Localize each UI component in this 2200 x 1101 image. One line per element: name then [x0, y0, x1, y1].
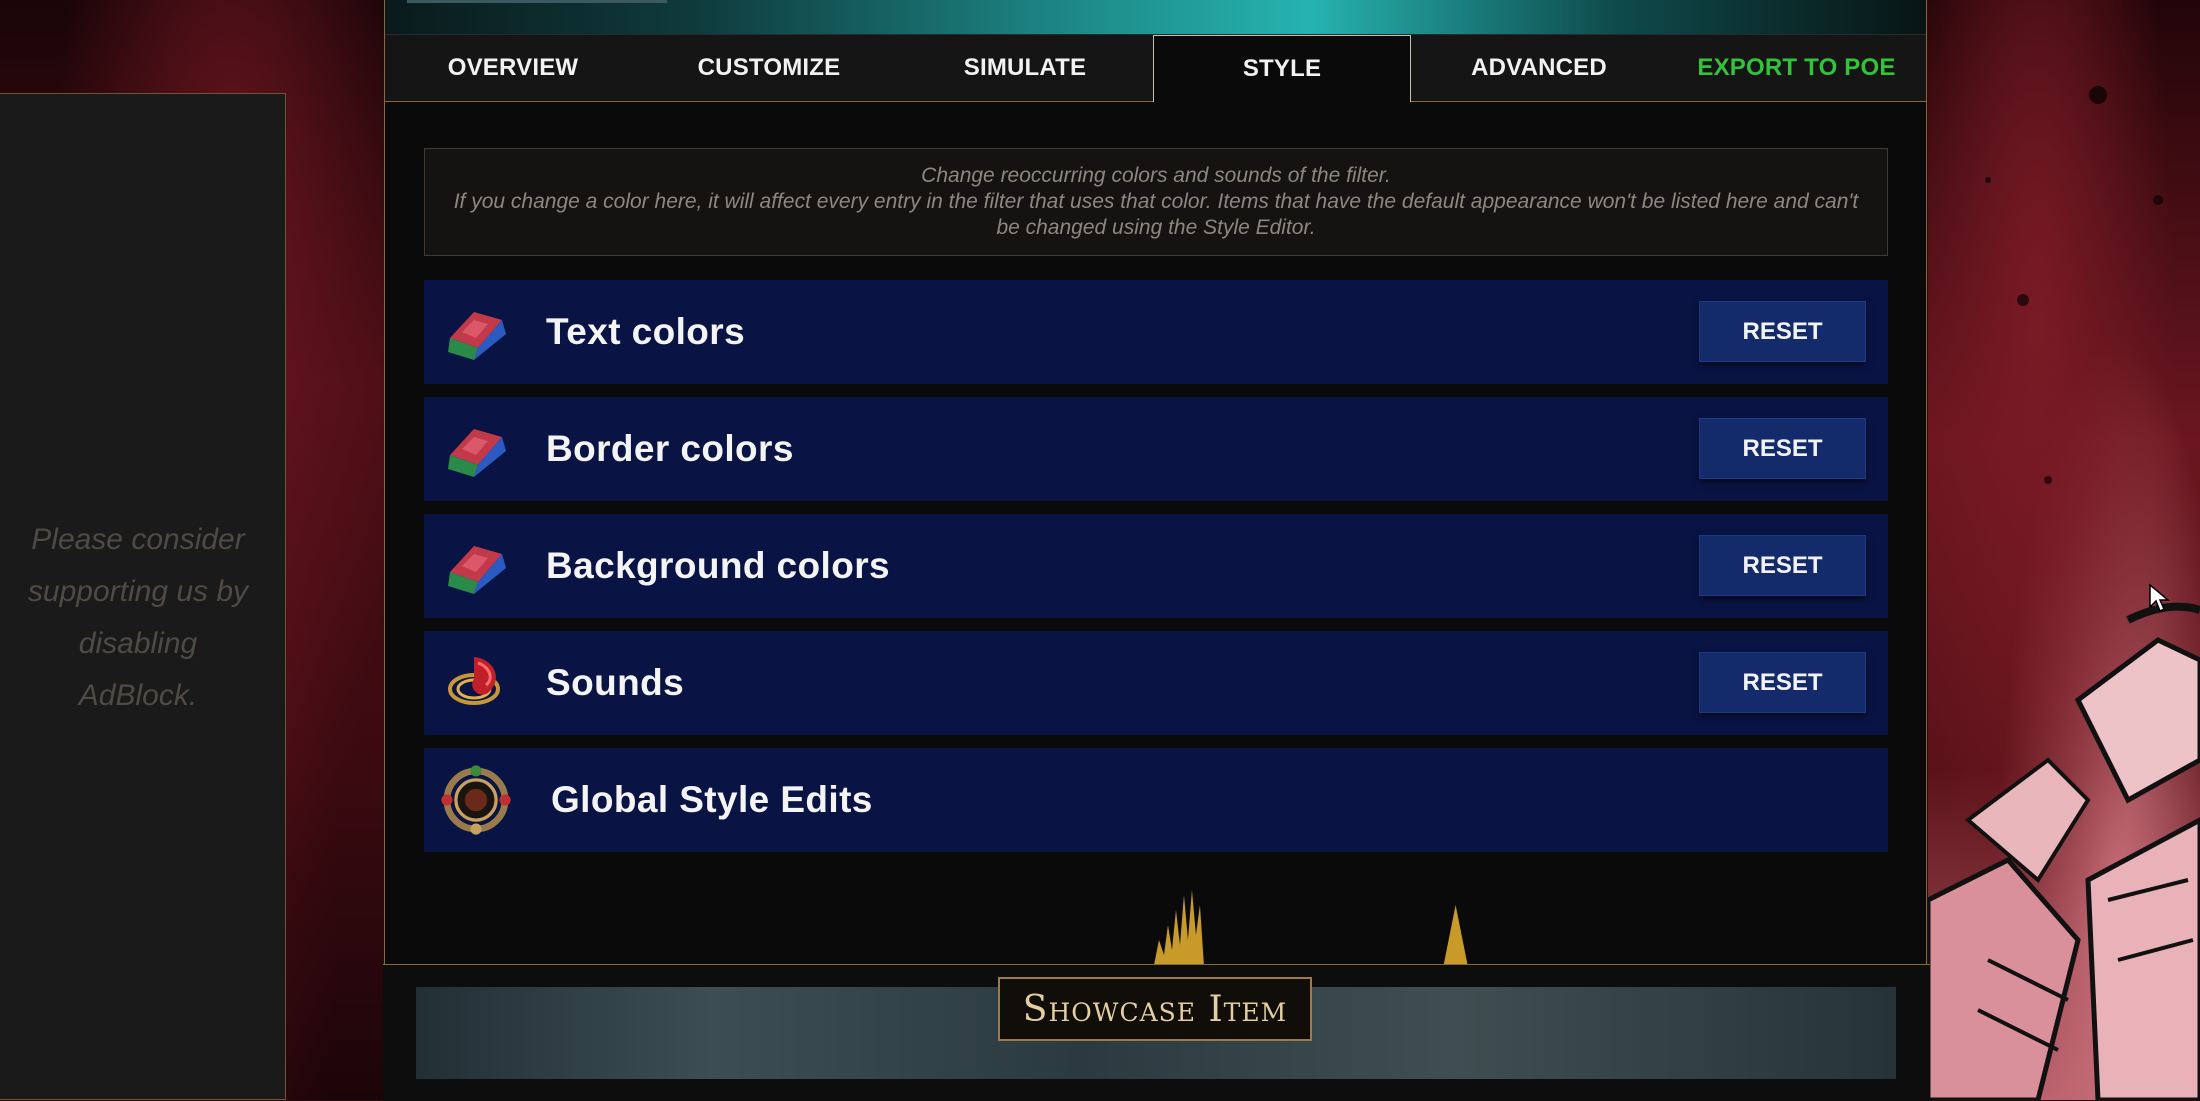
tab-advanced[interactable]: ADVANCED [1411, 35, 1667, 101]
chromatic-orb-icon [448, 312, 506, 360]
info-line-1: Change reoccurring colors and sounds of … [921, 164, 1391, 187]
tab-style[interactable]: STYLE [1153, 35, 1411, 102]
section-text-colors[interactable]: Text colors RESET [424, 280, 1888, 384]
section-background-colors[interactable]: Background colors RESET [424, 514, 1888, 618]
amulet-icon [441, 765, 511, 835]
section-border-colors[interactable]: Border colors RESET [424, 397, 1888, 501]
gold-ornament-decoration [1154, 890, 1468, 965]
reset-button[interactable]: RESET [1699, 418, 1866, 479]
background-art-right [1928, 0, 2200, 1100]
showcase-item-title: Showcase Item [998, 977, 1312, 1041]
section-sounds[interactable]: Sounds RESET [424, 631, 1888, 735]
character-art [1928, 86, 2200, 1100]
style-editor-info: Change reoccurring colors and sounds of … [424, 148, 1888, 256]
chromatic-orb-icon [448, 429, 506, 477]
section-label: Global Style Edits [551, 779, 873, 820]
section-label: Background colors [546, 545, 890, 586]
tab-simulate[interactable]: SIMULATE [897, 35, 1153, 101]
mouse-cursor-icon [2149, 583, 2170, 613]
sound-gem-icon [448, 657, 500, 705]
chromatic-orb-icon [448, 546, 506, 594]
section-label: Sounds [546, 662, 685, 703]
section-global-style-edits[interactable]: Global Style Edits [424, 748, 1888, 852]
reset-button[interactable]: RESET [1699, 535, 1866, 596]
tab-customize[interactable]: CUSTOMIZE [641, 35, 897, 101]
reset-button[interactable]: RESET [1699, 652, 1866, 713]
ad-sidebar: Please consider supporting us by disabli… [0, 93, 286, 1100]
main-panel: OVERVIEW CUSTOMIZE SIMULATE STYLE ADVANC… [383, 0, 1930, 1101]
showcase-section: Showcase Item [383, 964, 1930, 1101]
section-label: Border colors [546, 428, 794, 469]
adblock-message: Please consider supporting us by disabli… [27, 523, 249, 712]
info-line-2: If you change a color here, it will affe… [453, 190, 1859, 239]
hero-edge [407, 0, 667, 3]
tab-bar: OVERVIEW CUSTOMIZE SIMULATE STYLE ADVANC… [385, 34, 1926, 102]
reset-button[interactable]: RESET [1699, 301, 1866, 362]
tab-export-to-poe[interactable]: EXPORT TO POE [1667, 35, 1926, 101]
tab-overview[interactable]: OVERVIEW [385, 35, 641, 101]
section-label: Text colors [546, 311, 746, 352]
hero-banner [385, 0, 1926, 34]
